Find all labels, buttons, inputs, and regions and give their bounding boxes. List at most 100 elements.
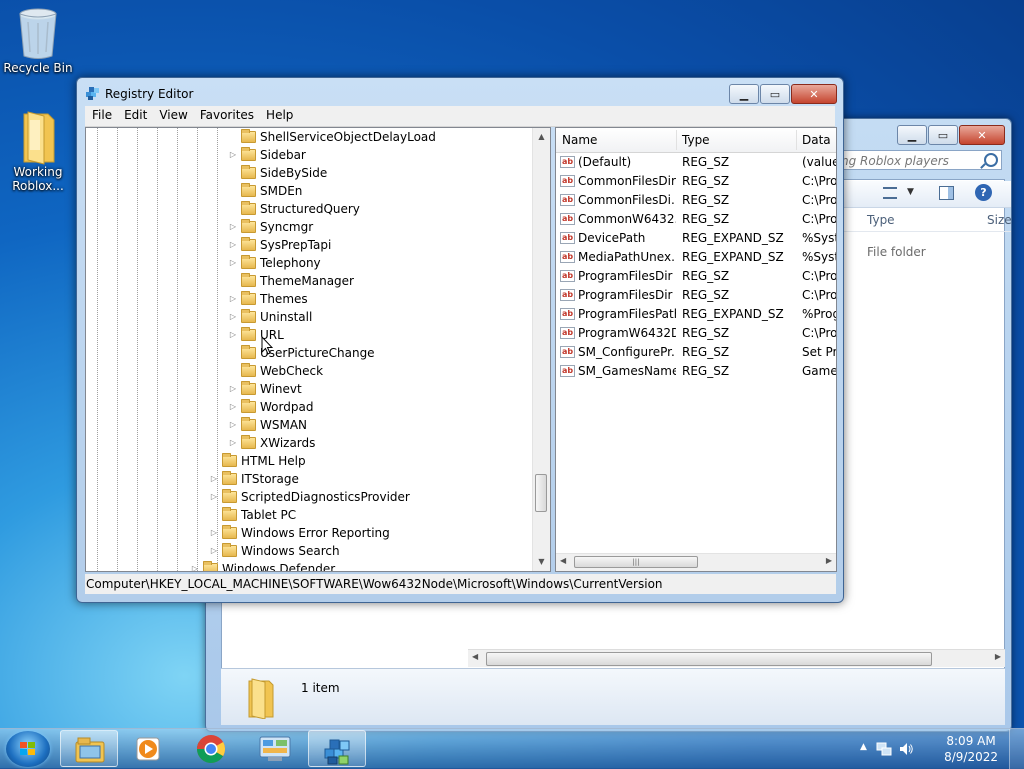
taskbar-chrome[interactable] [183, 730, 241, 767]
tree-item[interactable]: ▷ URL [227, 326, 284, 344]
scroll-up-arrow[interactable]: ▲ [533, 129, 550, 145]
explorer-horizontal-scrollbar[interactable]: ◀ ▶ [468, 649, 1005, 667]
tree-item[interactable]: ▷ XWizards [227, 434, 315, 452]
desktop-icon-working-roblox[interactable]: Working Roblox... [3, 110, 73, 193]
registry-value-row[interactable]: ab SM_ConfigurePr... REG_SZ Set Pr [556, 343, 836, 362]
column-separator[interactable] [676, 130, 677, 150]
help-icon[interactable]: ? [975, 184, 992, 201]
tree-item[interactable]: ThemeManager [227, 272, 354, 290]
expand-arrow-icon[interactable]: ▷ [208, 542, 220, 560]
expand-arrow-icon[interactable]: ▷ [227, 146, 239, 164]
expand-arrow-icon[interactable]: ▷ [227, 308, 239, 326]
close-button[interactable]: ✕ [959, 125, 1005, 145]
expand-arrow-icon[interactable]: ▷ [227, 434, 239, 452]
scroll-left-arrow[interactable]: ◀ [472, 652, 478, 661]
tree-item[interactable]: SMDEn [227, 182, 302, 200]
tree-item[interactable]: StructuredQuery [227, 200, 360, 218]
expand-arrow-icon[interactable]: ▷ [208, 524, 220, 542]
scroll-right-arrow[interactable]: ▶ [826, 556, 832, 565]
taskbar-windows-explorer[interactable] [60, 730, 118, 767]
expand-arrow-icon[interactable]: ▷ [227, 236, 239, 254]
chevron-down-icon[interactable]: ▼ [907, 187, 914, 197]
tree-item[interactable]: WebCheck [227, 362, 323, 380]
registry-value-row[interactable]: ab CommonFilesDir REG_SZ C:\Pro [556, 172, 836, 191]
tree-item[interactable]: ▷ Windows Error Reporting [208, 524, 390, 542]
tree-item[interactable]: HTML Help [208, 452, 306, 470]
scrollbar-thumb[interactable] [486, 652, 932, 666]
tree-item[interactable]: ▷ ITStorage [208, 470, 299, 488]
expand-arrow-icon[interactable]: ▷ [227, 380, 239, 398]
scroll-left-arrow[interactable]: ◀ [560, 556, 566, 565]
expand-arrow-icon[interactable]: ▷ [227, 290, 239, 308]
scrollbar-thumb[interactable]: ||| [574, 556, 698, 568]
tree-item[interactable]: ▷ Windows Search [208, 542, 340, 560]
scrollbar-thumb[interactable] [535, 474, 547, 512]
expand-arrow-icon[interactable]: ▷ [208, 488, 220, 506]
maximize-button[interactable]: ▭ [760, 84, 790, 104]
taskbar-control-panel[interactable] [246, 730, 304, 767]
column-header-data[interactable]: Data [802, 133, 831, 147]
registry-value-row[interactable]: abProgramFilesDir ... REG_SZ C:\Pro [556, 286, 836, 305]
tree-item[interactable]: ▷ Sidebar [227, 146, 306, 164]
maximize-button[interactable]: ▭ [928, 125, 958, 145]
menu-help[interactable]: Help [259, 106, 298, 122]
column-header-size[interactable]: Size [987, 213, 1012, 227]
registry-value-row[interactable]: ab CommonW6432... REG_SZ C:\Pro [556, 210, 836, 229]
tree-item[interactable]: SideBySide [227, 164, 327, 182]
expand-arrow-icon[interactable]: ▷ [227, 398, 239, 416]
view-options-icon[interactable] [883, 187, 897, 199]
minimize-button[interactable]: ▁ [897, 125, 927, 145]
taskbar-registry-editor[interactable] [308, 730, 366, 767]
expand-arrow-icon[interactable]: ▷ [227, 254, 239, 272]
menu-edit[interactable]: Edit [117, 106, 152, 122]
registry-value-row[interactable]: ab CommonFilesDi... REG_SZ C:\Pro [556, 191, 836, 210]
tree-item[interactable]: ▷ SysPrepTapi [227, 236, 331, 254]
values-horizontal-scrollbar[interactable]: ◀ ||| ▶ [556, 553, 836, 571]
search-input[interactable]: ng Roblox players [836, 150, 1002, 170]
registry-value-row[interactable]: ab SM_GamesName REG_SZ Game [556, 362, 836, 381]
expand-arrow-icon[interactable]: ▷ [227, 218, 239, 236]
menu-favorites[interactable]: Favorites [193, 106, 259, 122]
tree-item[interactable]: UserPictureChange [227, 344, 375, 362]
tree-item[interactable]: Tablet PC [208, 506, 296, 524]
tree-item[interactable]: ▷ Wordpad [227, 398, 313, 416]
tree-item[interactable]: ▷ Winevt [227, 380, 302, 398]
tree-vertical-scrollbar[interactable]: ▲ ▼ [532, 128, 550, 571]
tree-item[interactable]: ▷ WSMAN [227, 416, 307, 434]
expand-arrow-icon[interactable]: ▷ [208, 470, 220, 488]
expand-arrow-icon[interactable]: ▷ [189, 560, 201, 571]
registry-value-row[interactable]: ab ProgramFilesPath REG_EXPAND_SZ %Prog [556, 305, 836, 324]
expand-arrow-icon[interactable]: ▷ [227, 326, 239, 344]
registry-value-row[interactable]: abProgramW6432Dir REG_SZ C:\Pro [556, 324, 836, 343]
show-desktop-button[interactable] [1009, 729, 1024, 769]
tree-item[interactable]: ShellServiceObjectDelayLoad [227, 128, 436, 146]
menu-view[interactable]: View [152, 106, 192, 122]
tree-item[interactable]: ▷ Syncmgr [227, 218, 313, 236]
registry-value-row[interactable]: ab MediaPathUnex... REG_EXPAND_SZ %Syst [556, 248, 836, 267]
close-button[interactable]: ✕ [791, 84, 837, 104]
registry-value-row[interactable]: ab (Default) REG_SZ (value [556, 153, 836, 172]
volume-icon[interactable] [898, 741, 914, 757]
tree-item[interactable]: ▷ Uninstall [227, 308, 312, 326]
menu-file[interactable]: File [85, 106, 117, 122]
preview-pane-icon[interactable] [939, 186, 954, 200]
tree-item[interactable]: ▷ ScriptedDiagnosticsProvider [208, 488, 410, 506]
column-separator[interactable] [796, 130, 797, 150]
registry-values-list[interactable]: Name Type Data ab (Default) REG_SZ (value ab… [555, 127, 837, 572]
registry-value-row[interactable]: ab ProgramFilesDir REG_SZ C:\Pro [556, 267, 836, 286]
scroll-right-arrow[interactable]: ▶ [995, 652, 1001, 661]
tree-item[interactable]: ▷ Themes [227, 290, 308, 308]
start-button[interactable] [6, 731, 50, 767]
network-icon[interactable] [876, 741, 892, 757]
column-header-name[interactable]: Name [562, 133, 597, 147]
scroll-down-arrow[interactable]: ▼ [533, 554, 550, 570]
registry-editor-window[interactable]: Registry Editor ▁ ▭ ✕ File Edit View Favori… [76, 77, 844, 603]
taskbar-media-player[interactable] [120, 730, 178, 767]
column-header-type[interactable]: Type [867, 213, 895, 227]
tree-item[interactable]: ▷ Windows Defender [189, 560, 335, 571]
registry-value-row[interactable]: ab DevicePath REG_EXPAND_SZ %Syst [556, 229, 836, 248]
show-hidden-icons-arrow[interactable]: ▲ [860, 742, 867, 752]
clock[interactable]: 8:09 AM 8/9/2022 [944, 733, 998, 765]
column-header-type[interactable]: Type [682, 133, 710, 147]
desktop-icon-recycle-bin[interactable]: Recycle Bin [3, 6, 73, 75]
